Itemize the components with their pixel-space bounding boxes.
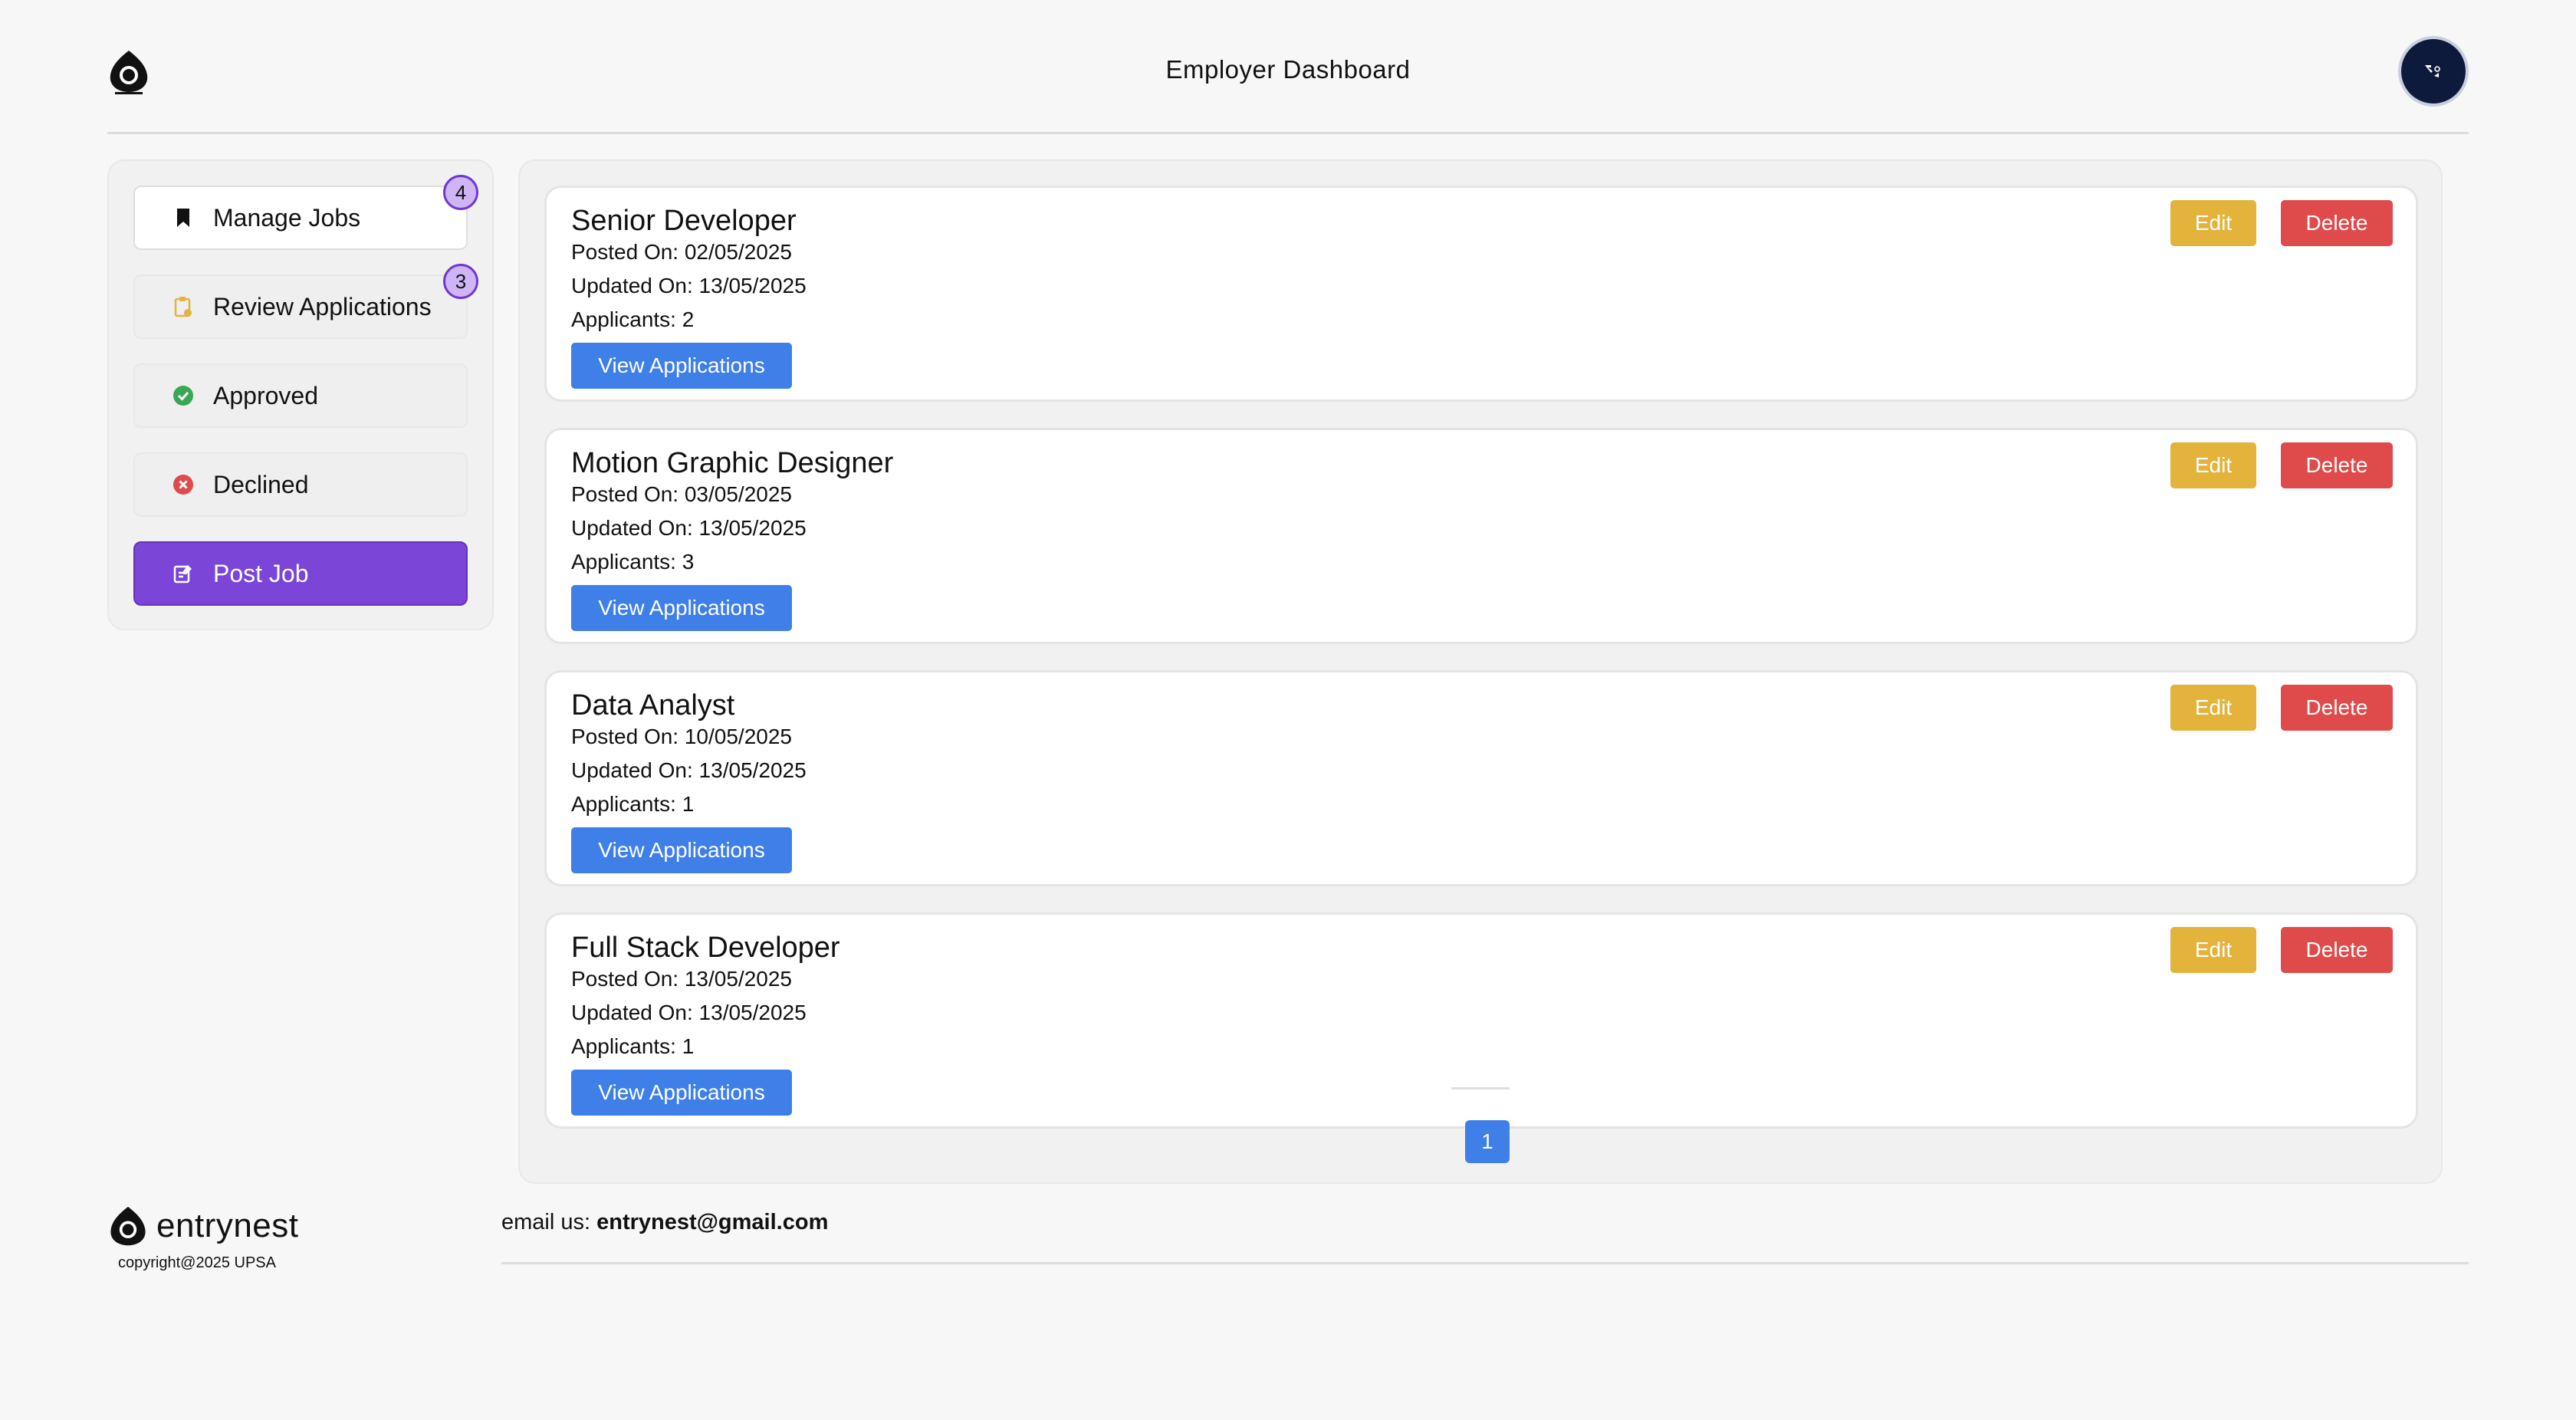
sidebar-item-review-applications[interactable]: Review Applications 3 [133, 264, 478, 339]
edit-note-icon [172, 562, 195, 585]
job-applicants-count: Applicants: 3 [571, 550, 695, 574]
check-circle-icon [172, 384, 195, 407]
pagination-divider [1451, 1087, 1510, 1090]
sidebar-item-approved[interactable]: Approved [133, 363, 468, 428]
view-applications-button[interactable]: View Applications [571, 585, 792, 631]
sidebar-item-label: Declined [213, 470, 309, 498]
post-job-label: Post Job [213, 559, 309, 587]
job-applicants-count: Applicants: 2 [571, 307, 695, 331]
edit-job-button[interactable]: Edit [2170, 685, 2256, 731]
sidebar-item-label: Approved [213, 381, 318, 409]
view-applications-button[interactable]: View Applications [571, 1070, 792, 1116]
bookmark-icon [172, 206, 195, 229]
job-title: Data Analyst [571, 689, 735, 722]
edit-job-button[interactable]: Edit [2170, 442, 2256, 488]
job-updated-date: Updated On: 13/05/2025 [571, 516, 807, 540]
job-card: Motion Graphic Designer Posted On: 03/05… [544, 428, 2418, 644]
job-updated-date: Updated On: 13/05/2025 [571, 274, 807, 297]
job-applicants-count: Applicants: 1 [571, 1034, 695, 1058]
job-card: Senior Developer Posted On: 02/05/2025 U… [544, 186, 2418, 402]
sidebar-item-label: Manage Jobs [213, 203, 361, 232]
employer-dashboard-page: Employer Dashboard Manage Jobs 4 Review … [0, 0, 2576, 1420]
sidebar-item-manage-jobs[interactable]: Manage Jobs 4 [133, 175, 478, 250]
post-job-button[interactable]: Post Job [133, 541, 468, 606]
job-title: Full Stack Developer [571, 932, 840, 964]
job-posted-date: Posted On: 10/05/2025 [571, 725, 792, 748]
job-posted-date: Posted On: 03/05/2025 [571, 482, 792, 506]
sidebar-item-declined[interactable]: Declined [133, 452, 468, 517]
footer-email: email us: entrynest@gmail.com [501, 1210, 828, 1235]
delete-job-button[interactable]: Delete [2281, 685, 2393, 731]
footer-divider [501, 1262, 2469, 1264]
edit-job-button[interactable]: Edit [2170, 927, 2256, 973]
edit-job-button[interactable]: Edit [2170, 200, 2256, 246]
review-applications-count-badge: 3 [443, 264, 478, 299]
footer-copyright: copyright@2025 UPSA [118, 1254, 276, 1271]
manage-jobs-count-badge: 4 [443, 175, 478, 210]
job-posted-date: Posted On: 02/05/2025 [571, 240, 792, 264]
view-applications-button[interactable]: View Applications [571, 827, 792, 873]
pagination-page-button[interactable]: 1 [1465, 1120, 1510, 1163]
footer-brand-name: entrynest [156, 1207, 299, 1244]
user-avatar[interactable] [2398, 36, 2469, 107]
avatar-logo-icon [2425, 65, 2440, 77]
x-circle-icon [172, 473, 195, 496]
delete-job-button[interactable]: Delete [2281, 927, 2393, 973]
view-applications-button[interactable]: View Applications [571, 343, 792, 389]
footer-logo-icon [107, 1205, 149, 1248]
sidebar: Manage Jobs 4 Review Applications 3 Appr… [107, 159, 494, 630]
delete-job-button[interactable]: Delete [2281, 200, 2393, 246]
job-card: Data Analyst Posted On: 10/05/2025 Updat… [544, 670, 2418, 886]
job-updated-date: Updated On: 13/05/2025 [571, 758, 807, 782]
job-updated-date: Updated On: 13/05/2025 [571, 1001, 807, 1024]
job-card: Full Stack Developer Posted On: 13/05/20… [544, 912, 2418, 1129]
footer-email-prefix: email us: [501, 1210, 597, 1234]
job-posted-date: Posted On: 13/05/2025 [571, 967, 792, 991]
sidebar-item-label: Review Applications [213, 292, 432, 320]
top-header: Employer Dashboard [107, 0, 2469, 134]
job-list-panel: Senior Developer Posted On: 02/05/2025 U… [518, 159, 2443, 1184]
job-title: Senior Developer [571, 205, 797, 237]
job-title: Motion Graphic Designer [571, 447, 894, 479]
job-applicants-count: Applicants: 1 [571, 792, 695, 816]
footer-email-link[interactable]: entrynest@gmail.com [596, 1210, 828, 1234]
page-title: Employer Dashboard [1165, 55, 1411, 84]
delete-job-button[interactable]: Delete [2281, 442, 2393, 488]
clipboard-icon [172, 295, 195, 318]
